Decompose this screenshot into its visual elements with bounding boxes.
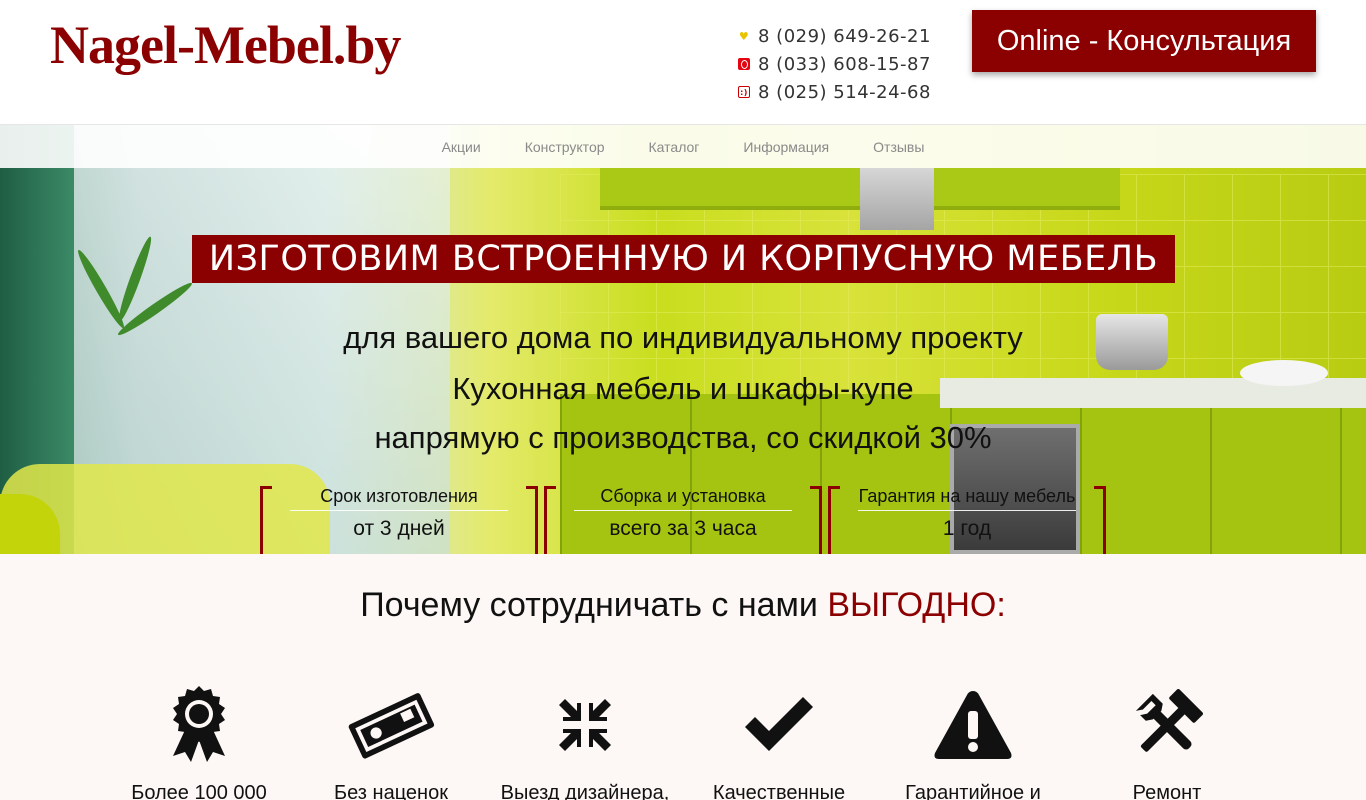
life-icon: :) — [738, 86, 750, 98]
benefit-item: Качественные — [684, 680, 874, 800]
phone-velcom[interactable]: ♥ 8 (029) 649-26-21 — [738, 22, 931, 50]
feature-label: Срок изготовления — [320, 486, 478, 506]
feature-value: 1 год — [942, 517, 992, 540]
feature-label: Сборка и установка — [600, 486, 766, 506]
benefit-item: Более 100 000 — [104, 680, 294, 800]
feature-divider — [858, 510, 1076, 511]
feature-value: от 3 дней — [353, 517, 445, 540]
money-bill-icon — [346, 680, 436, 770]
phone-mts[interactable]: 8 (033) 608-15-87 — [738, 50, 931, 78]
benefits-title-accent: ВЫГОДНО: — [827, 586, 1006, 624]
phone-number: 8 (029) 649-26-21 — [758, 25, 931, 47]
benefit-item: Без наценок — [296, 680, 486, 800]
site-logo[interactable]: Nagel-Mebel.by — [50, 18, 401, 72]
hero-subtitle-line: Кухонная мебель и шкафы-купе — [452, 371, 914, 406]
checkmark-icon — [734, 680, 824, 770]
warning-triangle-icon — [928, 680, 1018, 770]
hero-subtitle-line: для вашего дома по индивидуальному проек… — [343, 320, 1023, 355]
nav-item-constructor[interactable]: Конструктор — [525, 139, 605, 155]
nav-item-info[interactable]: Информация — [743, 139, 829, 155]
benefit-item: Ремонт — [1072, 680, 1262, 800]
main-nav: Акции Конструктор Каталог Информация Отз… — [0, 124, 1366, 168]
benefits-title-main: Почему сотрудничать с нами — [360, 586, 828, 624]
online-consult-button[interactable]: Online - Консультация — [972, 10, 1316, 72]
velcom-heart-icon: ♥ — [738, 29, 750, 43]
feature-divider — [290, 510, 508, 511]
hero-subtitle-line: напрямую с производства, со скидкой 30% — [374, 420, 992, 455]
site-header: Nagel-Mebel.by ♥ 8 (029) 649-26-21 8 (03… — [0, 0, 1366, 124]
wrench-hammer-icon — [1122, 680, 1212, 770]
nav-item-reviews[interactable]: Отзывы — [873, 139, 924, 155]
mts-egg-icon — [738, 58, 750, 70]
hero-title: ИЗГОТОВИМ ВСТРОЕННУЮ И КОРПУСНУЮ МЕБЕЛЬ — [192, 235, 1175, 283]
feature-box-assembly: Сборка и установка всего за 3 часа — [544, 486, 822, 554]
benefit-label: Ремонт — [1132, 782, 1202, 800]
benefits-section: Почему сотрудничать с нами ВЫГОДНО: Боле… — [0, 554, 1366, 800]
feature-box-production-time: Срок изготовления от 3 дней — [260, 486, 538, 554]
compress-arrows-icon — [540, 680, 630, 770]
nav-item-promotions[interactable]: Акции — [442, 139, 481, 155]
benefit-label: Качественные — [712, 782, 846, 800]
hero-bg-hood — [860, 168, 934, 230]
feature-label: Гарантия на нашу мебель — [858, 486, 1076, 506]
feature-divider — [574, 510, 792, 511]
feature-value: всего за 3 часа — [609, 517, 757, 540]
nav-item-catalog[interactable]: Каталог — [649, 139, 700, 155]
phone-list: ♥ 8 (029) 649-26-21 8 (033) 608-15-87 :)… — [738, 22, 931, 106]
benefit-item: Гарантийное и — [878, 680, 1068, 800]
benefit-label: Без наценок — [334, 782, 448, 800]
phone-number: 8 (033) 608-15-87 — [758, 53, 931, 75]
hero-banner: ИЗГОТОВИМ ВСТРОЕННУЮ И КОРПУСНУЮ МЕБЕЛЬ … — [0, 124, 1366, 554]
phone-number: 8 (025) 514-24-68 — [758, 81, 931, 103]
benefit-item: Выезд дизайнера, — [490, 680, 680, 800]
feature-box-warranty: Гарантия на нашу мебель 1 год — [828, 486, 1106, 554]
award-ribbon-icon — [154, 680, 244, 770]
benefit-label: Выезд дизайнера, — [500, 782, 670, 800]
phone-life[interactable]: :) 8 (025) 514-24-68 — [738, 78, 931, 106]
benefits-title: Почему сотрудничать с нами ВЫГОДНО: — [0, 586, 1366, 625]
benefit-label: Гарантийное и — [905, 782, 1041, 800]
benefit-label: Более 100 000 — [131, 782, 267, 800]
